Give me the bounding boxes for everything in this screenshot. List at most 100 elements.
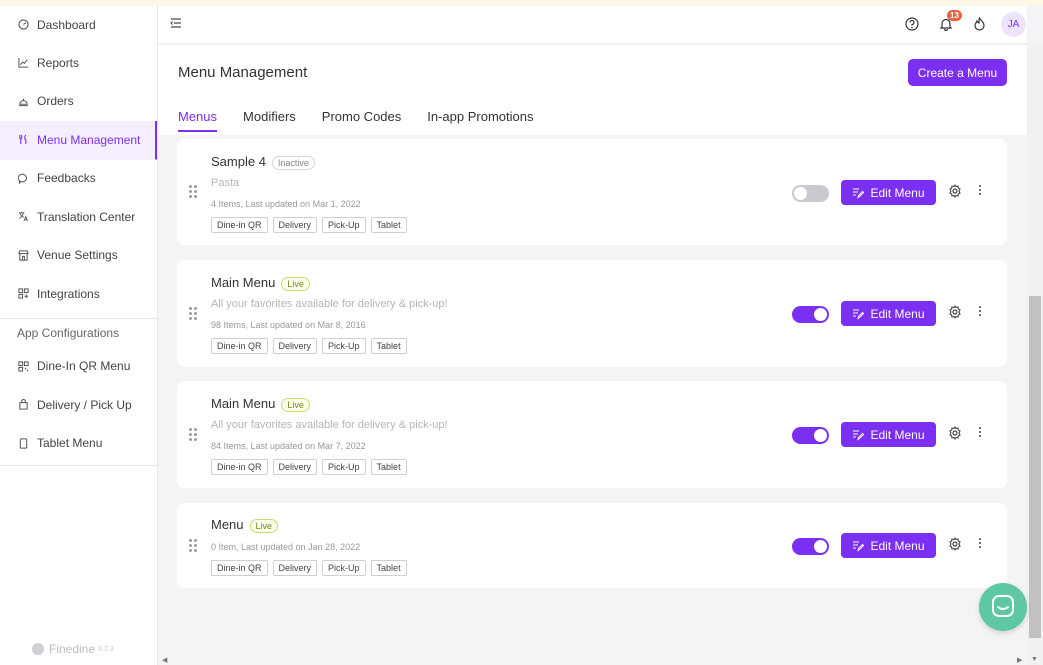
channel-chip: Dine-in QR — [211, 338, 268, 354]
edit-menu-button[interactable]: Edit Menu — [841, 301, 936, 326]
channel-chip: Delivery — [272, 217, 318, 233]
drag-handle-icon[interactable] — [189, 185, 197, 199]
flame-icon[interactable] — [970, 15, 988, 33]
edit-list-icon — [852, 308, 865, 320]
fork-knife-icon — [17, 134, 29, 146]
sidebar-item-dine-in-qr-menu[interactable]: Dine-In QR Menu — [0, 348, 157, 387]
menu-card-title[interactable]: Sample 4 Inactive — [211, 154, 315, 170]
collapse-sidebar-icon[interactable] — [170, 17, 184, 31]
chat-support-button[interactable] — [979, 583, 1027, 631]
sidebar-item-tablet-menu[interactable]: Tablet Menu — [0, 425, 157, 464]
menu-card: Main Menu Live All your favorites availab… — [177, 381, 1007, 488]
edit-menu-button[interactable]: Edit Menu — [841, 533, 936, 558]
edit-list-icon — [852, 187, 865, 199]
sidebar-item-label: Orders — [37, 94, 74, 109]
channel-chip: Tablet — [370, 459, 407, 475]
more-options-icon[interactable] — [977, 305, 983, 319]
page-tabs: Menus Modifiers Promo Codes In-app Promo… — [178, 109, 560, 132]
chat-bubble-icon — [991, 594, 1015, 621]
menu-card-title[interactable]: Main Menu Live — [211, 275, 310, 291]
drag-handle-icon[interactable] — [189, 539, 197, 553]
page-title: Menu Management — [178, 64, 308, 81]
edit-menu-button[interactable]: Edit Menu — [841, 180, 936, 205]
dashboard-icon — [17, 19, 29, 31]
sidebar-item-label: Menu Management — [37, 132, 141, 147]
scroll-down-arrow-icon[interactable]: ▼ — [1031, 656, 1038, 663]
user-avatar[interactable]: JA — [1001, 12, 1026, 37]
menu-name: Menu — [211, 517, 244, 532]
tablet-icon — [17, 437, 29, 449]
sidebar-item-label: Dine-In QR Menu — [37, 359, 131, 374]
channel-chip: Tablet — [370, 217, 407, 233]
menu-description: All your favorites available for deliver… — [211, 298, 448, 310]
drag-handle-icon[interactable] — [189, 307, 197, 321]
channel-chip: Tablet — [370, 338, 407, 354]
toggle-knob — [814, 429, 827, 442]
menu-name: Main Menu — [211, 396, 276, 411]
sidebar-item-label: Reports — [37, 55, 80, 70]
sidebar-item-label: Venue Settings — [37, 248, 118, 263]
brand-logo: Finedine 3.7.3 — [32, 642, 114, 656]
drag-handle-icon[interactable] — [189, 428, 197, 442]
more-options-icon[interactable] — [977, 184, 983, 198]
channel-chip: Delivery — [272, 459, 318, 475]
status-badge: Live — [281, 397, 310, 412]
qr-icon — [17, 360, 29, 372]
sidebar-item-feedbacks[interactable]: Feedbacks — [0, 160, 157, 199]
channel-chip: Tablet — [370, 560, 407, 576]
sidebar-config-nav: Dine-In QR Menu Delivery / Pick Up Table… — [0, 348, 157, 464]
gear-icon[interactable] — [948, 537, 962, 551]
menu-description: All your favorites available for deliver… — [211, 419, 448, 431]
edit-list-icon — [852, 540, 865, 552]
more-options-icon[interactable] — [977, 537, 983, 551]
brand-version: 3.7.3 — [98, 645, 114, 653]
sidebar-item-reports[interactable]: Reports — [0, 44, 157, 83]
sidebar-nav: Dashboard Reports Orders Menu Management… — [0, 6, 157, 314]
status-badge: Inactive — [271, 155, 315, 170]
toggle-knob — [814, 540, 827, 553]
sidebar-item-dashboard[interactable]: Dashboard — [0, 6, 157, 44]
menu-card: Main Menu Live All your favorites availab… — [177, 260, 1007, 367]
menu-meta: 98 Items, Last updated on Mar 8, 2016 — [211, 320, 366, 330]
menu-card-title[interactable]: Menu Live — [211, 517, 279, 533]
sidebar-item-delivery-pick-up[interactable]: Delivery / Pick Up — [0, 386, 157, 425]
grid-plus-icon — [17, 288, 29, 300]
help-icon[interactable] — [903, 15, 921, 33]
sidebar: Dashboard Reports Orders Menu Management… — [0, 6, 158, 665]
sidebar-item-venue-settings[interactable]: Venue Settings — [0, 237, 157, 276]
bell-service-icon — [17, 95, 29, 107]
create-menu-button[interactable]: Create a Menu — [908, 59, 1007, 86]
channel-chip: Dine-in QR — [211, 459, 268, 475]
tab-in-app-promotions[interactable]: In-app Promotions — [427, 109, 533, 132]
gear-icon[interactable] — [948, 184, 962, 198]
menu-enable-toggle[interactable] — [792, 538, 829, 555]
tab-menus[interactable]: Menus — [178, 109, 218, 132]
menu-name: Sample 4 — [211, 154, 266, 169]
scroll-left-arrow-icon[interactable]: ◀ — [162, 656, 167, 664]
sidebar-item-translation-center[interactable]: Translation Center — [0, 198, 157, 237]
channel-chip: Pick-Up — [322, 217, 366, 233]
scrollbar-thumb[interactable] — [1029, 296, 1041, 638]
edit-menu-label: Edit Menu — [870, 538, 925, 553]
menu-enable-toggle[interactable] — [792, 185, 829, 202]
channel-chips: Dine-in QR Delivery Pick-Up Tablet — [211, 560, 412, 576]
menu-meta: 0 Item, Last updated on Jan 28, 2022 — [211, 542, 361, 552]
bag-icon — [17, 399, 29, 411]
sidebar-item-menu-management[interactable]: Menu Management — [0, 121, 157, 160]
menu-enable-toggle[interactable] — [792, 306, 829, 323]
tab-promo-codes[interactable]: Promo Codes — [322, 109, 401, 132]
edit-menu-button[interactable]: Edit Menu — [841, 422, 936, 447]
sidebar-item-orders[interactable]: Orders — [0, 83, 157, 122]
menu-enable-toggle[interactable] — [792, 427, 829, 444]
sidebar-item-label: Feedbacks — [37, 171, 96, 186]
sidebar-item-integrations[interactable]: Integrations — [0, 275, 157, 314]
gear-icon[interactable] — [948, 426, 962, 440]
sidebar-item-label: Integrations — [37, 286, 100, 301]
more-options-icon[interactable] — [977, 426, 983, 440]
sidebar-item-label: Tablet Menu — [37, 436, 103, 451]
status-badge: Live — [249, 518, 279, 533]
gear-icon[interactable] — [948, 305, 962, 319]
tab-modifiers[interactable]: Modifiers — [243, 109, 296, 132]
scroll-right-arrow-icon[interactable]: ▶ — [1017, 656, 1022, 664]
menu-card-title[interactable]: Main Menu Live — [211, 396, 310, 412]
